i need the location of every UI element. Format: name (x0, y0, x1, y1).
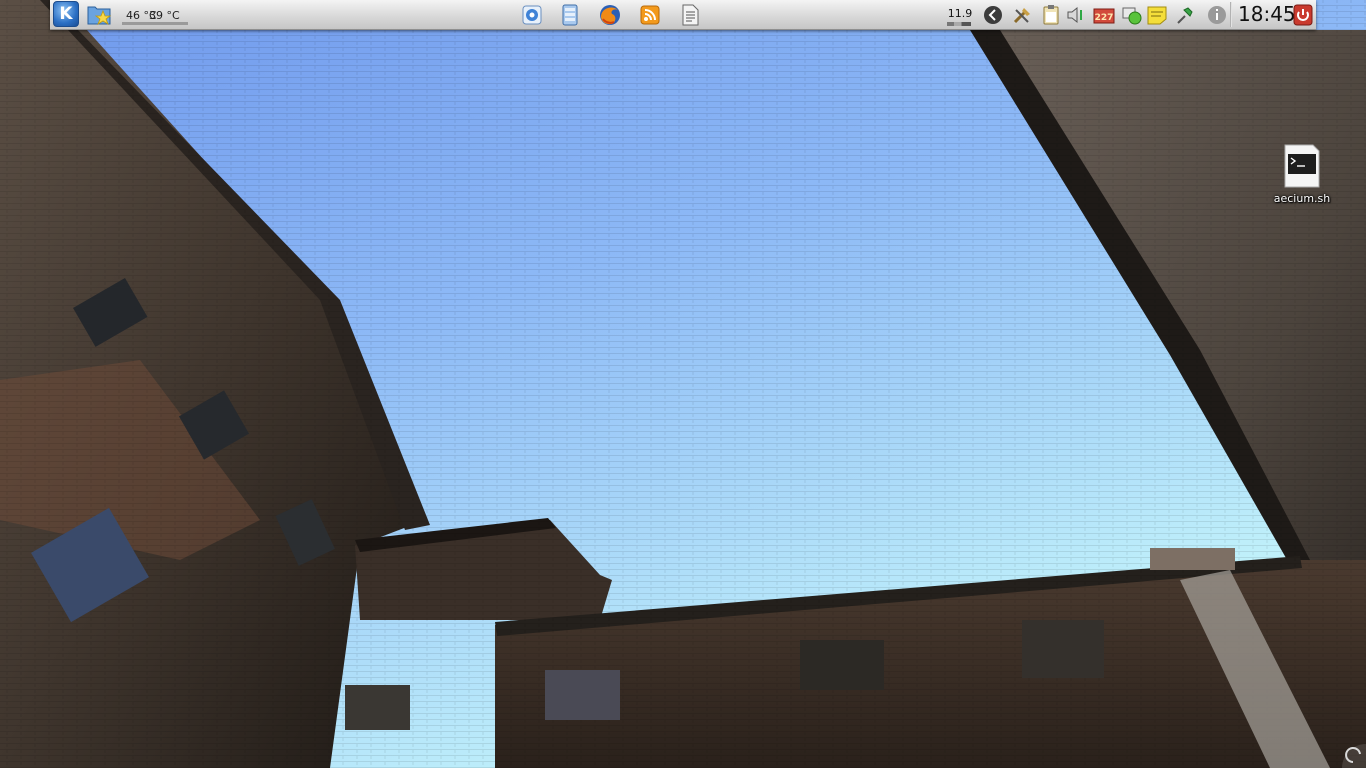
power-icon[interactable] (1293, 4, 1313, 26)
clipboard-icon[interactable] (1040, 4, 1062, 26)
network-icon[interactable] (1121, 4, 1143, 26)
storage-icon[interactable] (558, 3, 582, 27)
info-icon[interactable] (1206, 4, 1228, 26)
desktop-file-label: aecium.sh (1273, 192, 1331, 205)
cpu-graph (947, 22, 971, 26)
arrow-left-icon[interactable] (982, 4, 1004, 26)
panel-divider (1230, 2, 1232, 27)
volume-icon[interactable] (1065, 4, 1087, 26)
desktop-wallpaper (0, 0, 1366, 768)
document-icon[interactable] (678, 3, 702, 27)
desktop-file-aecium[interactable]: aecium.sh (1266, 144, 1338, 210)
rss-icon[interactable] (638, 3, 662, 27)
cpu-value: 11.9 (947, 7, 973, 20)
tools-icon[interactable] (1012, 4, 1034, 26)
settings-icon[interactable] (520, 3, 544, 27)
top-panel: K 46 °C 39 °C 11.9 227 18:45 (50, 0, 1316, 30)
notes-icon[interactable] (1146, 4, 1168, 26)
pin-icon[interactable] (1174, 4, 1196, 26)
cpu-monitor[interactable]: 11.9 (947, 5, 977, 27)
firefox-icon[interactable] (598, 3, 622, 27)
mail-icon[interactable]: 227 (1093, 4, 1115, 26)
temperature-reading-2: 39 °C (149, 9, 180, 22)
mail-badge-count: 227 (1095, 13, 1114, 23)
kde-logo-icon: K (59, 4, 73, 24)
favorites-folder-icon[interactable] (86, 2, 112, 27)
terminal-script-icon (1284, 144, 1320, 188)
clock[interactable]: 18:45 (1238, 2, 1296, 28)
kickoff-menu-button[interactable]: K (53, 1, 79, 27)
desktop-toolbox-icon[interactable] (1338, 740, 1366, 768)
